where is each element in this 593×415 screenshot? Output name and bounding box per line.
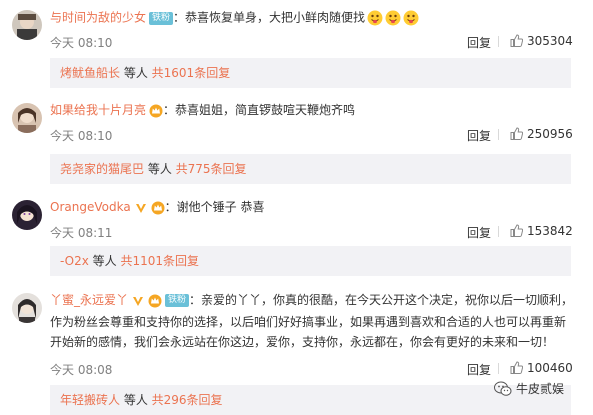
thumbs-up-icon[interactable] xyxy=(510,361,523,374)
avatar[interactable] xyxy=(12,293,42,323)
comment-username[interactable]: 如果给我十片月亮 xyxy=(50,103,146,117)
like-count: 250956 xyxy=(527,127,573,141)
reply-button[interactable]: 回复 xyxy=(467,127,491,144)
like-count: 305304 xyxy=(527,34,573,48)
vip-crown-icon xyxy=(149,104,163,118)
avatar[interactable] xyxy=(12,103,42,133)
comment-time: 今天 08:08 xyxy=(50,363,113,377)
sub-reply-others: 等人 xyxy=(144,162,176,176)
comment-username[interactable]: 与时间为敌的少女 xyxy=(50,11,146,25)
thumbs-up-icon[interactable] xyxy=(510,224,523,237)
avatar[interactable] xyxy=(12,10,42,40)
fan-badge: 铁粉 xyxy=(165,294,190,307)
like-count: 100460 xyxy=(527,361,573,375)
comment-item: OrangeVodka ：谢他个锤子 恭喜 今天 08:11 回复 153842 … xyxy=(0,190,593,280)
comment-text: ：谢他个锤子 恭喜 xyxy=(164,200,265,214)
tongue-face-emoji xyxy=(385,10,401,26)
verified-v-icon xyxy=(131,294,145,308)
divider xyxy=(498,36,499,47)
divider xyxy=(498,226,499,237)
sub-replies[interactable]: 尧尧家的猫尾巴 等人 共775条回复 xyxy=(50,154,571,184)
reply-count-link[interactable]: 共1601条回复 xyxy=(152,66,231,80)
comment-text-line: ：亲爱的丫丫，你真的很酷，在今天公开这个决定，祝你以后一切顺利， xyxy=(189,293,574,307)
reply-button[interactable]: 回复 xyxy=(467,34,491,51)
reply-button[interactable]: 回复 xyxy=(467,361,491,378)
thumbs-up-icon[interactable] xyxy=(510,127,523,140)
comment-item: 与时间为敌的少女 铁粉 ：恭喜恢复单身，大把小鲜肉随便找 今天 08:10 回复 3… xyxy=(0,0,593,90)
comment-text: ：恭喜姐姐，简直锣鼓喧天鞭炮齐鸣 xyxy=(163,103,356,117)
vip-crown-icon xyxy=(151,201,165,215)
sub-reply-username[interactable]: 尧尧家的猫尾巴 xyxy=(60,162,144,176)
comment-time: 今天 08:10 xyxy=(50,36,113,50)
sub-replies[interactable]: -O2x 等人 共1101条回复 xyxy=(50,246,571,276)
sub-reply-others: 等人 xyxy=(120,66,152,80)
divider xyxy=(498,363,499,374)
comment-time: 今天 08:10 xyxy=(50,129,113,143)
tongue-face-emoji xyxy=(403,10,419,26)
vip-crown-icon xyxy=(148,294,162,308)
comment-time: 今天 08:11 xyxy=(50,226,113,240)
sub-reply-username[interactable]: 烤鱿鱼船长 xyxy=(60,66,120,80)
sub-replies[interactable]: 烤鱿鱼船长 等人 共1601条回复 xyxy=(50,58,571,88)
comment-text: ：恭喜恢复单身，大把小鲜肉随便找 xyxy=(173,10,366,25)
sub-reply-others: 等人 xyxy=(120,393,152,407)
divider xyxy=(498,129,499,140)
reply-count-link[interactable]: 共296条回复 xyxy=(152,393,223,407)
sub-replies[interactable]: 年轻搬砖人 等人 共296条回复 xyxy=(50,385,571,415)
thumbs-up-icon[interactable] xyxy=(510,34,523,47)
comment-text-line: 作为粉丝会尊重和支持你的选择，以后咱们好好搞事业，如果再遇到喜欢和合适的人也可以… xyxy=(50,315,567,329)
sub-reply-username[interactable]: -O2x xyxy=(60,254,89,268)
reply-button[interactable]: 回复 xyxy=(467,224,491,241)
comment-text-line: 开始新的感情，我们会永远站在你这边，爱你，支持你，永远都在，你会有更好的未来和一… xyxy=(50,335,555,349)
comment-item: 如果给我十片月亮 ：恭喜姐姐，简直锣鼓喧天鞭炮齐鸣 今天 08:10 回复 250… xyxy=(0,93,593,184)
watermark-text: 牛皮贰娱 xyxy=(516,382,565,396)
verified-v-icon xyxy=(134,201,148,215)
wechat-icon xyxy=(494,381,512,396)
sub-reply-username[interactable]: 年轻搬砖人 xyxy=(60,393,120,407)
like-count: 153842 xyxy=(527,224,573,238)
reply-count-link[interactable]: 共775条回复 xyxy=(176,162,247,176)
tongue-face-emoji xyxy=(367,10,383,26)
sub-reply-others: 等人 xyxy=(88,254,121,268)
reply-count-link[interactable]: 共1101条回复 xyxy=(121,254,200,268)
comment-username[interactable]: 丫蜜_永远爱丫 xyxy=(50,293,128,307)
fan-badge: 铁粉 xyxy=(149,11,174,25)
avatar[interactable] xyxy=(12,200,42,230)
watermark: 牛皮贰娱 xyxy=(494,380,564,397)
comment-username[interactable]: OrangeVodka xyxy=(50,200,131,214)
